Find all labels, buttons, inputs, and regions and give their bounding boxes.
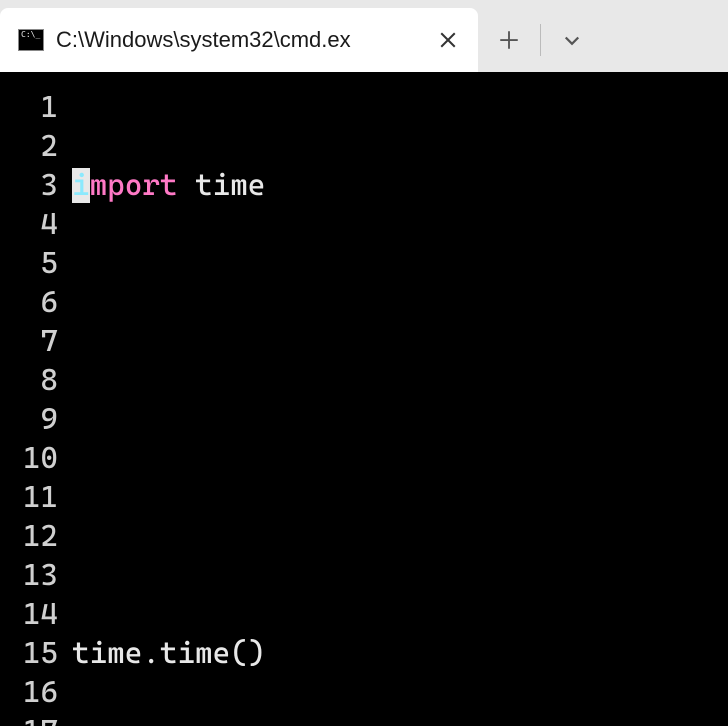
tab-title: C:\Windows\system32\cmd.ex <box>56 27 422 53</box>
line-number: 12 <box>0 517 58 556</box>
code-content[interactable]: import time time.time() if __name__ == "… <box>72 72 728 726</box>
new-tab-button[interactable] <box>478 8 540 72</box>
line-number: 13 <box>0 556 58 595</box>
cursor: i <box>72 168 90 203</box>
line-number: 1 <box>0 88 58 127</box>
tab-active[interactable]: C:\Windows\system32\cmd.ex <box>0 8 478 72</box>
line-number: 11 <box>0 478 58 517</box>
close-icon <box>439 31 457 49</box>
line-number: 17 <box>0 712 58 726</box>
line-number: 3 <box>0 166 58 205</box>
code-line-5: time.time() <box>72 634 728 673</box>
line-number: 4 <box>0 205 58 244</box>
terminal-icon <box>18 29 44 51</box>
line-number: 7 <box>0 322 58 361</box>
chevron-down-icon <box>562 30 582 50</box>
close-tab-button[interactable] <box>430 22 466 58</box>
line-number: 6 <box>0 283 58 322</box>
code-line-4 <box>72 517 728 556</box>
line-number: 8 <box>0 361 58 400</box>
tab-dropdown-button[interactable] <box>541 8 603 72</box>
line-number: 16 <box>0 673 58 712</box>
code-line-1: import time <box>72 166 728 205</box>
line-number: 5 <box>0 244 58 283</box>
line-number-gutter: 1234567891011121314151617 <box>0 72 72 726</box>
code-line-3 <box>72 400 728 439</box>
tab-actions <box>478 8 603 72</box>
line-number: 15 <box>0 634 58 673</box>
line-number: 14 <box>0 595 58 634</box>
line-number: 9 <box>0 400 58 439</box>
plus-icon <box>499 30 519 50</box>
tab-bar: C:\Windows\system32\cmd.ex <box>0 0 728 72</box>
line-number: 10 <box>0 439 58 478</box>
code-line-2 <box>72 283 728 322</box>
code-editor[interactable]: 1234567891011121314151617 import time ti… <box>0 72 728 726</box>
line-number: 2 <box>0 127 58 166</box>
